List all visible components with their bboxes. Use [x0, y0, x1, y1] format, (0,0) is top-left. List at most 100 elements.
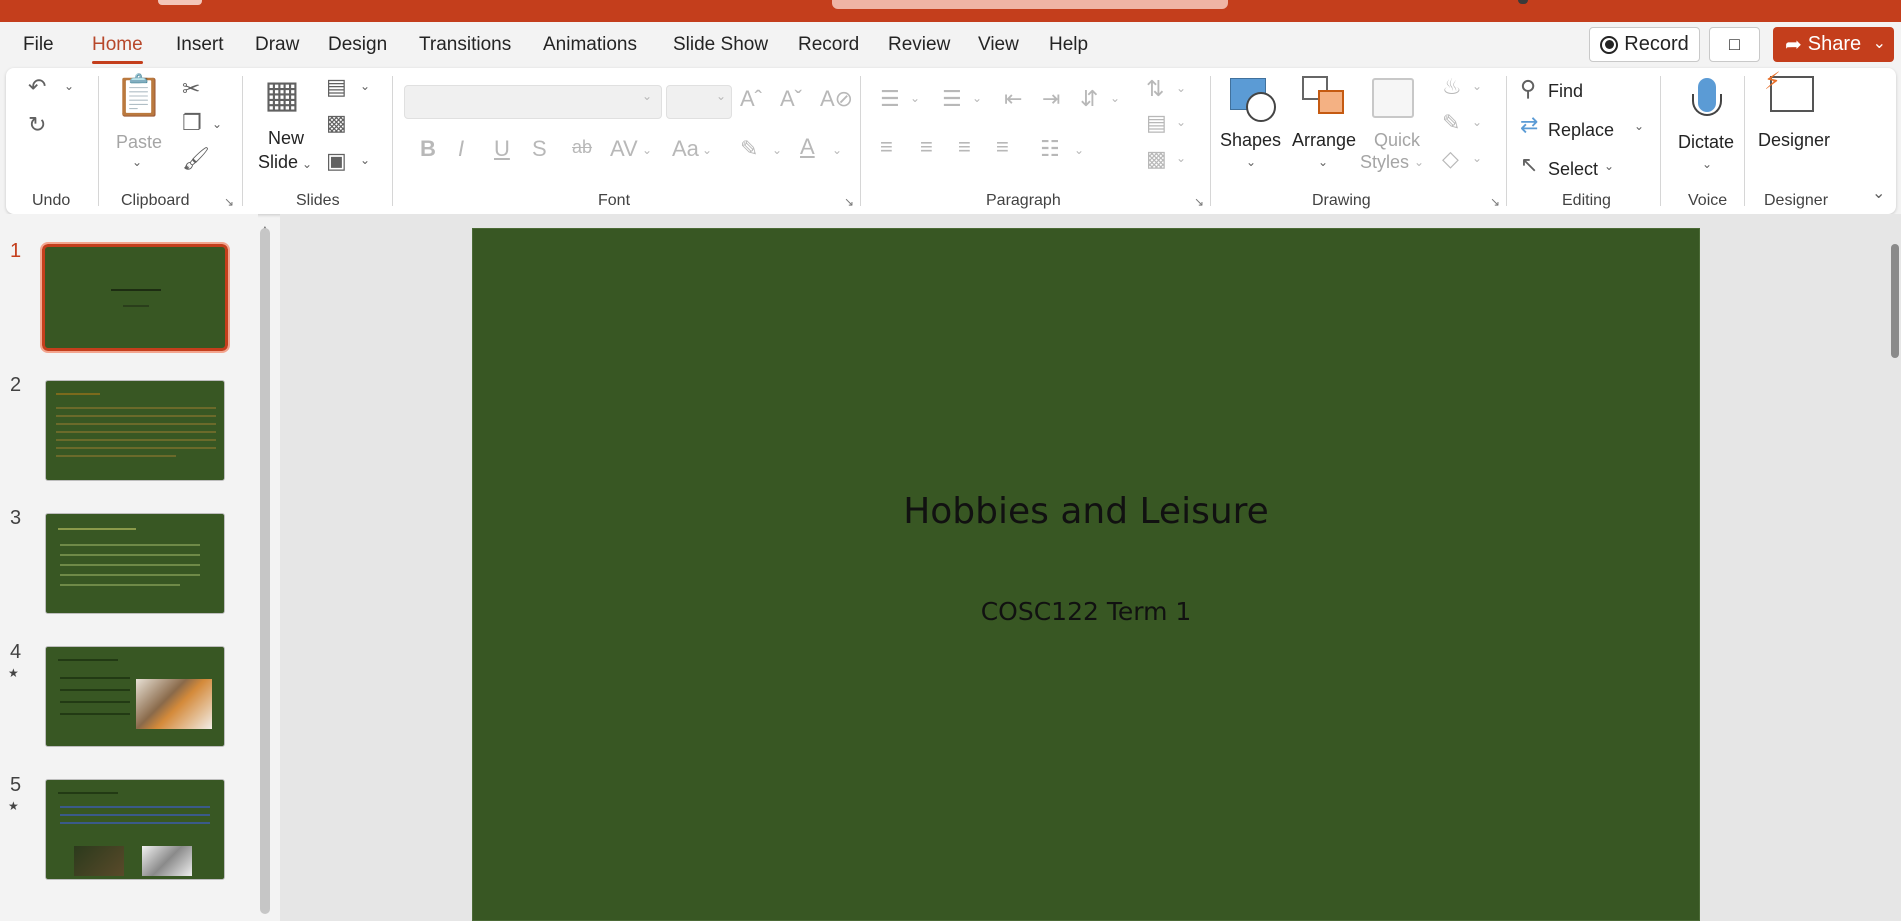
underline-icon[interactable]: U [494, 138, 510, 160]
align-text-icon[interactable]: ▤ [1146, 112, 1167, 134]
shape-effects-icon[interactable]: ◇ [1442, 148, 1459, 170]
thumbnails-scrollbar[interactable] [260, 228, 270, 914]
format-painter-icon[interactable]: 🖌 [182, 148, 210, 170]
new-slide-icon[interactable]: ▦ [264, 76, 300, 114]
chevron-down-icon[interactable]: ⌄ [1176, 116, 1186, 128]
chevron-down-icon[interactable]: ⌄ [1604, 160, 1614, 172]
tab-view[interactable]: View [978, 34, 1019, 56]
shape-fill-icon[interactable]: ♨ [1442, 76, 1462, 98]
align-right-icon[interactable]: ≡ [958, 136, 971, 158]
font-family-input[interactable] [404, 85, 662, 119]
chevron-down-icon[interactable]: ⌄ [132, 156, 142, 168]
clipboard-launcher-icon[interactable]: ↘ [224, 195, 234, 209]
slide-thumbnail-4[interactable] [45, 646, 225, 747]
chevron-down-icon[interactable]: ⌄ [642, 144, 652, 156]
tab-animations[interactable]: Animations [543, 34, 637, 56]
copy-icon[interactable]: ❐ [182, 112, 202, 134]
chevron-down-icon[interactable]: ⌄ [302, 158, 312, 170]
chevron-down-icon[interactable]: ⌄ [772, 144, 782, 156]
new-slide-label-1[interactable]: New [268, 128, 304, 149]
shadow-icon[interactable]: S [532, 138, 547, 160]
paste-icon[interactable]: 📋 [114, 76, 164, 116]
chevron-down-icon[interactable]: ⌄ [1176, 152, 1186, 164]
comments-button[interactable]: □ [1709, 27, 1760, 62]
designer-label[interactable]: Designer [1758, 130, 1830, 151]
bold-icon[interactable]: B [420, 138, 436, 160]
chevron-down-icon[interactable]: ⌄ [1472, 152, 1482, 164]
slide-thumbnail-2[interactable] [45, 380, 225, 481]
find-icon[interactable]: ⚲ [1520, 78, 1536, 100]
new-slide-label-2[interactable]: Slide [258, 152, 298, 173]
paste-label[interactable]: Paste [116, 132, 162, 153]
slide-title[interactable]: Hobbies and Leisure [473, 491, 1699, 532]
chevron-down-icon[interactable]: ⌄ [1472, 116, 1482, 128]
justify-icon[interactable]: ≡ [996, 136, 1009, 158]
chevron-down-icon[interactable]: ⌄ [1873, 33, 1886, 53]
text-direction-icon[interactable]: ⇅ [1146, 78, 1164, 100]
tab-design[interactable]: Design [328, 34, 387, 56]
columns-icon[interactable]: ☷ [1040, 138, 1060, 160]
character-spacing-icon[interactable]: AV [610, 138, 638, 160]
chevron-down-icon[interactable]: ⌄ [64, 80, 74, 92]
paragraph-launcher-icon[interactable]: ↘ [1194, 195, 1204, 209]
chevron-down-icon[interactable]: ⌄ [832, 144, 842, 156]
redo-icon[interactable]: ↻ [28, 114, 46, 136]
strikethrough-icon[interactable]: ab [572, 138, 592, 156]
canvas-scrollbar[interactable] [1891, 244, 1899, 358]
search-box[interactable] [832, 0, 1228, 9]
chevron-down-icon[interactable]: ⌄ [1074, 144, 1084, 156]
layout-icon[interactable]: ▤ [326, 76, 347, 98]
chevron-down-icon[interactable]: ⌄ [1246, 156, 1256, 168]
cut-icon[interactable]: ✂ [182, 78, 200, 100]
reset-icon[interactable]: ▩ [326, 112, 347, 134]
highlight-icon[interactable]: ✎ [740, 138, 758, 160]
smartart-icon[interactable]: ▩ [1146, 148, 1167, 170]
align-center-icon[interactable]: ≡ [920, 136, 933, 158]
chevron-down-icon[interactable]: ⌄ [1414, 156, 1424, 168]
arrange-label[interactable]: Arrange [1292, 130, 1356, 151]
slide-thumbnail-1[interactable] [40, 242, 230, 353]
tab-insert[interactable]: Insert [176, 34, 224, 56]
line-spacing-icon[interactable]: ⇵ [1080, 88, 1098, 110]
align-left-icon[interactable]: ≡ [880, 136, 893, 158]
replace-icon[interactable]: ⇄ [1520, 114, 1538, 136]
chevron-down-icon[interactable]: ⌄ [642, 90, 652, 102]
chevron-down-icon[interactable]: ⌄ [1702, 158, 1712, 170]
quick-styles-icon[interactable] [1372, 78, 1414, 118]
change-case-icon[interactable]: Aa [672, 138, 699, 160]
chevron-down-icon[interactable]: ⌄ [360, 154, 370, 166]
tab-review[interactable]: Review [888, 34, 950, 56]
select-label[interactable]: Select [1548, 159, 1598, 180]
tab-draw[interactable]: Draw [255, 34, 299, 56]
tab-help[interactable]: Help [1049, 34, 1088, 56]
dictate-label[interactable]: Dictate [1678, 132, 1734, 153]
chevron-down-icon[interactable]: ⌄ [1176, 82, 1186, 94]
numbering-icon[interactable]: ☰ [942, 88, 962, 110]
chevron-down-icon[interactable]: ⌄ [972, 92, 982, 104]
slide-thumbnail-3[interactable] [45, 513, 225, 614]
slide-subtitle[interactable]: COSC122 Term 1 [473, 597, 1699, 626]
account-avatar[interactable] [1518, 0, 1528, 4]
tab-file[interactable]: File [23, 34, 54, 56]
bullets-icon[interactable]: ☰ [880, 88, 900, 110]
drawing-launcher-icon[interactable]: ↘ [1490, 195, 1500, 209]
font-launcher-icon[interactable]: ↘ [844, 195, 854, 209]
quick-styles-label-2[interactable]: Styles [1360, 152, 1409, 173]
tab-transitions[interactable]: Transitions [419, 34, 511, 56]
slide-thumbnail-5[interactable] [45, 779, 225, 880]
clear-formatting-icon[interactable]: A⊘ [820, 88, 853, 110]
chevron-down-icon[interactable]: ⌄ [212, 118, 222, 130]
chevron-down-icon[interactable]: ⌄ [1472, 80, 1482, 92]
shapes-label[interactable]: Shapes [1220, 130, 1281, 151]
undo-icon[interactable]: ↶ [28, 76, 46, 98]
chevron-down-icon[interactable]: ⌄ [1634, 120, 1644, 132]
section-icon[interactable]: ▣ [326, 150, 347, 172]
decrease-font-icon[interactable]: Aˇ [780, 88, 802, 110]
tab-record[interactable]: Record [798, 34, 859, 56]
chevron-down-icon[interactable]: ⌄ [702, 144, 712, 156]
quick-styles-label-1[interactable]: Quick [1374, 130, 1420, 151]
chevron-down-icon[interactable]: ⌄ [360, 80, 370, 92]
collapse-ribbon-icon[interactable]: ⌄ [1872, 186, 1885, 202]
share-button[interactable]: ➦ Share ⌄ [1773, 27, 1894, 62]
current-slide[interactable]: Hobbies and Leisure COSC122 Term 1 [472, 228, 1700, 921]
